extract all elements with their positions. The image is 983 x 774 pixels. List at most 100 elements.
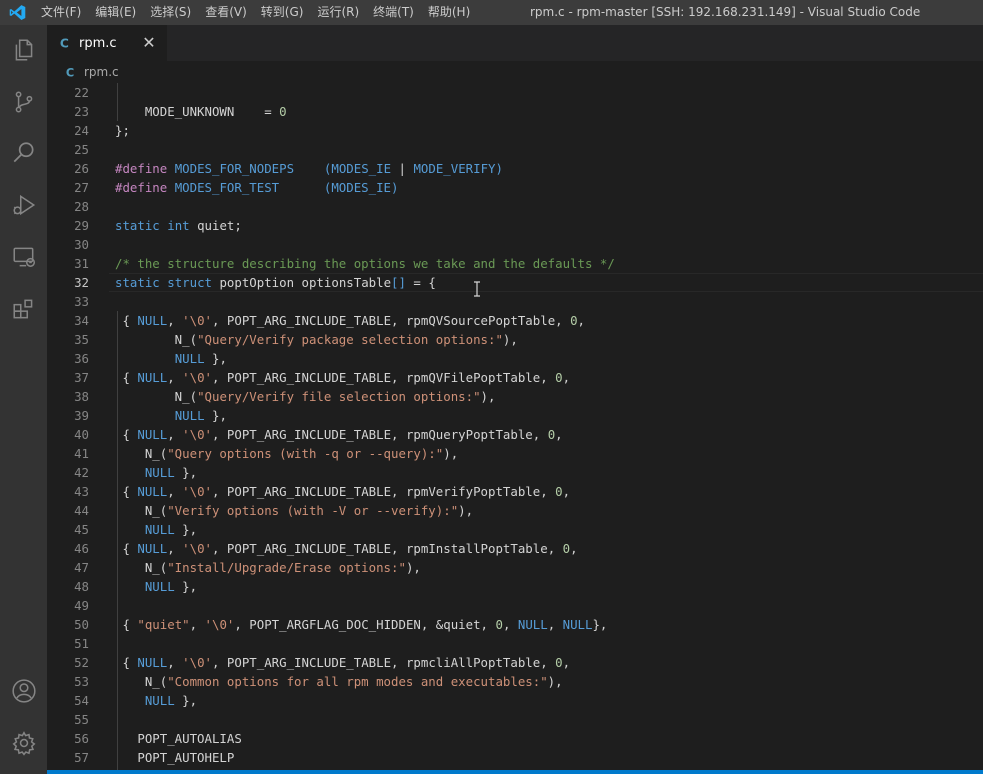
code-line: 43 { NULL, '\0', POPT_ARG_INCLUDE_TABLE,…	[47, 482, 983, 501]
tab-rpm-c[interactable]: C rpm.c ✕	[47, 25, 167, 61]
code-token: , POPT_ARG_INCLUDE_TABLE, rpmcliAllPoptT…	[212, 654, 556, 670]
code-token: 0	[562, 540, 571, 556]
title-bar: 文件(F) 编辑(E) 选择(S) 查看(V) 转到(G) 运行(R) 终端(T) 帮助(H)…	[0, 0, 983, 25]
code-token: , POPT_ARG_INCLUDE_TABLE, rpmQueryPoptTa…	[212, 426, 548, 442]
line-number: 28	[74, 198, 89, 214]
code-line: 56 POPT_AUTOALIAS	[47, 729, 983, 748]
line-number: 27	[74, 179, 89, 195]
close-icon[interactable]: ✕	[141, 34, 157, 52]
activity-bar	[0, 25, 47, 774]
code-token: 0	[555, 369, 563, 385]
code-line: 36 NULL },	[47, 349, 983, 368]
search-icon[interactable]	[0, 133, 47, 173]
code-token: '\0'	[204, 616, 235, 632]
code-token: |	[391, 160, 414, 176]
code-text: NULL },	[115, 463, 197, 482]
code-token: },	[174, 692, 198, 708]
code-text: NULL },	[115, 577, 197, 596]
line-number: 39	[74, 407, 89, 423]
explorer-icon[interactable]	[0, 30, 47, 70]
line-number: 53	[74, 673, 89, 689]
code-token: N_(	[115, 502, 168, 518]
menu-item[interactable]: 终端(T)	[366, 0, 421, 25]
remote-explorer-icon[interactable]	[0, 237, 47, 277]
code-line: 45 NULL },	[47, 520, 983, 539]
code-token: ,	[189, 616, 205, 632]
code-token: "Install/Upgrade/Erase options:"	[167, 559, 406, 575]
menu-item[interactable]: 帮助(H)	[421, 0, 477, 25]
code-text: static int quiet;	[115, 216, 242, 235]
line-number: 32	[74, 274, 89, 290]
account-icon[interactable]	[0, 671, 47, 711]
line-number: 48	[74, 578, 89, 594]
menu-item[interactable]: 编辑(E)	[88, 0, 143, 25]
line-number: 44	[74, 502, 89, 518]
menu-item[interactable]: 运行(R)	[310, 0, 366, 25]
line-number: 47	[74, 559, 89, 575]
code-token: ),	[502, 331, 518, 347]
line-number: 45	[74, 521, 89, 537]
code-token: };	[115, 122, 130, 138]
code-token: "Query/Verify file selection options:"	[197, 388, 481, 404]
code-line: 23 MODE_UNKNOWN = 0	[47, 102, 983, 121]
line-number: 35	[74, 331, 89, 347]
line-number: 38	[74, 388, 89, 404]
run-debug-icon[interactable]	[0, 185, 47, 225]
code-token: 0	[555, 654, 563, 670]
code-token: )	[495, 160, 503, 176]
code-line: 25	[47, 140, 983, 159]
vscode-logo-icon[interactable]	[0, 0, 34, 25]
code-text: NULL },	[115, 406, 227, 425]
line-number: 36	[74, 350, 89, 366]
line-number: 25	[74, 141, 89, 157]
source-control-icon[interactable]	[0, 82, 47, 122]
code-token: },	[174, 578, 198, 594]
code-text: { NULL, '\0', POPT_ARG_INCLUDE_TABLE, rp…	[115, 482, 570, 501]
code-token: []	[391, 274, 406, 290]
line-number: 24	[74, 122, 89, 138]
code-token: ),	[443, 445, 459, 461]
line-number: 51	[74, 635, 89, 651]
line-number: 50	[74, 616, 89, 632]
code-text: NULL },	[115, 691, 197, 710]
settings-gear-icon[interactable]	[0, 723, 47, 763]
menu-item[interactable]: 查看(V)	[198, 0, 254, 25]
code-token: poptOption optionsTable	[212, 274, 392, 290]
code-token: {	[115, 426, 138, 442]
menu-item[interactable]: 文件(F)	[34, 0, 88, 25]
code-token: NULL	[144, 578, 175, 594]
code-editor[interactable]: 22 23 MODE_UNKNOWN = 0 24}; 25 26 #define MOD…	[47, 83, 983, 770]
code-token: #define	[115, 160, 168, 176]
code-text: N_("Query options (with -q or --query):"…	[115, 444, 458, 463]
code-token: ,	[167, 654, 183, 670]
menu-item[interactable]: 选择(S)	[143, 0, 198, 25]
code-token: (	[294, 160, 332, 176]
menu-item[interactable]: 转到(G)	[254, 0, 311, 25]
code-token: },	[204, 407, 227, 423]
extensions-icon[interactable]	[0, 289, 47, 329]
code-token: struct	[167, 274, 212, 290]
code-text: NULL },	[115, 349, 227, 368]
code-token: NULL	[174, 350, 205, 366]
tab-label: rpm.c	[79, 35, 117, 51]
code-text: N_("Query/Verify package selection optio…	[115, 330, 518, 349]
code-token: },	[592, 616, 608, 632]
code-line: 33	[47, 292, 983, 311]
code-text: static struct poptOption optionsTable[] …	[115, 273, 436, 292]
line-number: 31	[74, 255, 89, 271]
code-token: )	[391, 179, 399, 195]
code-token: {	[115, 654, 138, 670]
code-token: quiet;	[189, 217, 242, 233]
breadcrumb-file[interactable]: rpm.c	[84, 65, 119, 79]
code-token: static	[115, 217, 160, 233]
code-line: 24};	[47, 121, 983, 140]
code-token: ),	[405, 559, 421, 575]
code-token: (	[279, 179, 332, 195]
code-line: 28	[47, 197, 983, 216]
code-token: POPT_AUTOALIAS	[115, 730, 242, 746]
code-text: #define MODES_FOR_NODEPS (MODES_IE | MOD…	[115, 159, 503, 178]
code-text: { NULL, '\0', POPT_ARG_INCLUDE_TABLE, rp…	[115, 653, 570, 672]
